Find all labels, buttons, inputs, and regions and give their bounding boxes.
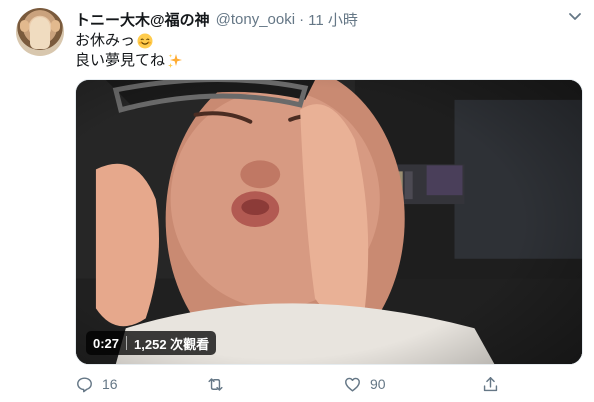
sparkles-icon bbox=[168, 54, 183, 68]
reply-count: 16 bbox=[102, 376, 118, 392]
like-icon bbox=[345, 377, 360, 392]
avatar-figure bbox=[30, 17, 50, 49]
tweet-text-line-1: お休みっ bbox=[75, 32, 136, 49]
header-separator: · bbox=[299, 10, 305, 28]
video-player[interactable]: 0:27 1,252 次觀看 bbox=[75, 79, 583, 365]
retweet-button[interactable] bbox=[206, 372, 233, 396]
tweet-actions: 16 90 bbox=[75, 372, 583, 396]
author-name[interactable]: トニー大木@福の神 bbox=[75, 9, 210, 30]
tweet-header: トニー大木@福の神 @tony_ooki · 11 小時 bbox=[75, 9, 358, 29]
reply-icon bbox=[77, 376, 92, 392]
author-handle[interactable]: @tony_ooki bbox=[216, 11, 295, 28]
avatar-hand-left bbox=[20, 20, 29, 32]
video-duration: 0:27 bbox=[93, 335, 120, 351]
tweet-timestamp[interactable]: 11 小時 bbox=[308, 9, 358, 30]
share-button[interactable] bbox=[481, 372, 500, 396]
avatar-hand-right bbox=[51, 20, 60, 32]
video-frame bbox=[76, 80, 582, 364]
retweet-icon bbox=[208, 377, 223, 391]
share-icon bbox=[483, 376, 498, 391]
video-view-count: 1,252 次觀看 bbox=[134, 336, 210, 352]
reply-button[interactable]: 16 bbox=[75, 372, 118, 396]
video-info-badge: 0:27 1,252 次觀看 bbox=[86, 331, 217, 355]
chevron-down-icon[interactable] bbox=[568, 12, 582, 22]
like-button[interactable]: 90 bbox=[343, 372, 386, 396]
tweet-text: お休みっ 良い夢見てね bbox=[75, 31, 183, 71]
tweet-text-line-2: 良い夢見てね bbox=[75, 52, 166, 69]
like-count: 90 bbox=[370, 376, 386, 392]
badge-divider bbox=[126, 336, 128, 350]
avatar[interactable] bbox=[16, 8, 64, 56]
smiling-face-icon bbox=[137, 33, 153, 49]
